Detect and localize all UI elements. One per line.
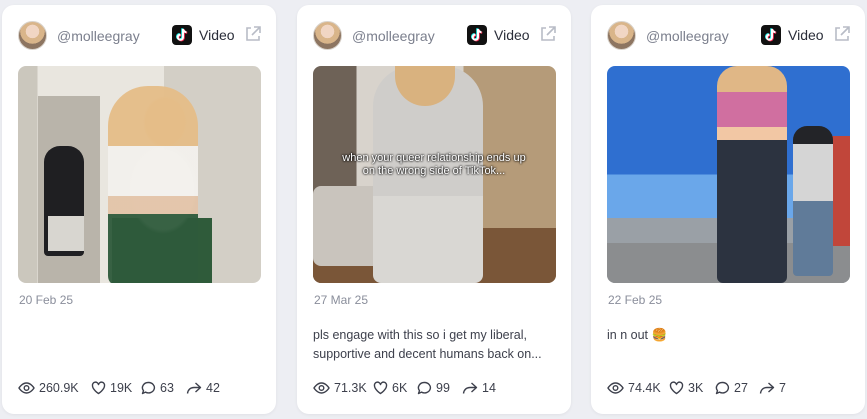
views-stat: 71.3K (313, 381, 367, 395)
post-date: 22 Feb 25 (608, 293, 663, 307)
views-count: 71.3K (334, 381, 367, 395)
eye-icon (18, 382, 35, 394)
post-header: @molleegray Video (18, 21, 262, 51)
video-thumbnail[interactable]: when your queer relationship ends up on … (313, 66, 556, 283)
post-card[interactable]: @molleegray Video when your queer relati… (297, 5, 571, 414)
comment-icon (417, 381, 432, 395)
likes-stat: 3K (669, 381, 703, 395)
shares-stat: 7 (759, 381, 786, 395)
views-count: 260.9K (39, 381, 79, 395)
share-icon (462, 382, 478, 394)
heart-icon (373, 381, 388, 395)
external-link-icon[interactable] (244, 25, 262, 43)
shares-stat: 42 (186, 381, 220, 395)
views-count: 74.4K (628, 381, 661, 395)
post-card[interactable]: @molleegray Video 22 Feb 25 in n out 🍔 7… (591, 5, 865, 414)
post-date: 20 Feb 25 (19, 293, 74, 307)
tiktok-icon (761, 25, 781, 45)
comment-icon (141, 381, 156, 395)
description-line: supportive and decent humans back on... (313, 347, 542, 361)
views-stat: 260.9K (18, 381, 79, 395)
comment-icon (715, 381, 730, 395)
post-header: @molleegray Video (313, 21, 557, 51)
post-description: in n out 🍔 (607, 326, 851, 345)
eye-icon (607, 382, 624, 394)
tiktok-icon (467, 25, 487, 45)
shares-count: 7 (779, 381, 786, 395)
platform-label: Video (494, 27, 530, 43)
post-date: 27 Mar 25 (314, 293, 369, 307)
external-link-icon[interactable] (539, 25, 557, 43)
heart-icon (669, 381, 684, 395)
comments-stat: 99 (417, 381, 450, 395)
external-link-icon[interactable] (833, 25, 851, 43)
platform-label: Video (199, 27, 235, 43)
video-thumbnail[interactable] (607, 66, 850, 283)
eye-icon (313, 382, 330, 394)
likes-stat: 6K (373, 381, 407, 395)
description-line: pls engage with this so i get my liberal… (313, 328, 527, 342)
share-icon (186, 382, 202, 394)
author-handle[interactable]: @molleegray (57, 28, 140, 44)
post-header: @molleegray Video (607, 21, 851, 51)
share-icon (759, 382, 775, 394)
avatar[interactable] (18, 21, 47, 50)
description-line: in n out 🍔 (607, 328, 668, 342)
author-handle[interactable]: @molleegray (646, 28, 729, 44)
shares-stat: 14 (462, 381, 496, 395)
shares-count: 42 (206, 381, 220, 395)
comments-count: 27 (734, 381, 748, 395)
video-caption-overlay: when your queer relationship ends up on … (342, 152, 526, 177)
comments-stat: 27 (715, 381, 748, 395)
post-card[interactable]: @molleegray Video 20 Feb 25 260.9K 19K 6… (2, 5, 276, 414)
tiktok-icon (172, 25, 192, 45)
likes-count: 19K (110, 381, 133, 395)
avatar[interactable] (607, 21, 636, 50)
comments-stat: 63 (141, 381, 174, 395)
video-thumbnail[interactable] (18, 66, 261, 283)
platform-label: Video (788, 27, 824, 43)
comments-count: 99 (436, 381, 450, 395)
likes-stat: 19K (91, 381, 132, 395)
likes-count: 3K (688, 381, 704, 395)
comments-count: 63 (160, 381, 174, 395)
heart-icon (91, 381, 106, 395)
author-handle[interactable]: @molleegray (352, 28, 435, 44)
post-description: pls engage with this so i get my liberal… (313, 326, 557, 364)
avatar[interactable] (313, 21, 342, 50)
likes-count: 6K (392, 381, 408, 395)
views-stat: 74.4K (607, 381, 661, 395)
shares-count: 14 (482, 381, 496, 395)
